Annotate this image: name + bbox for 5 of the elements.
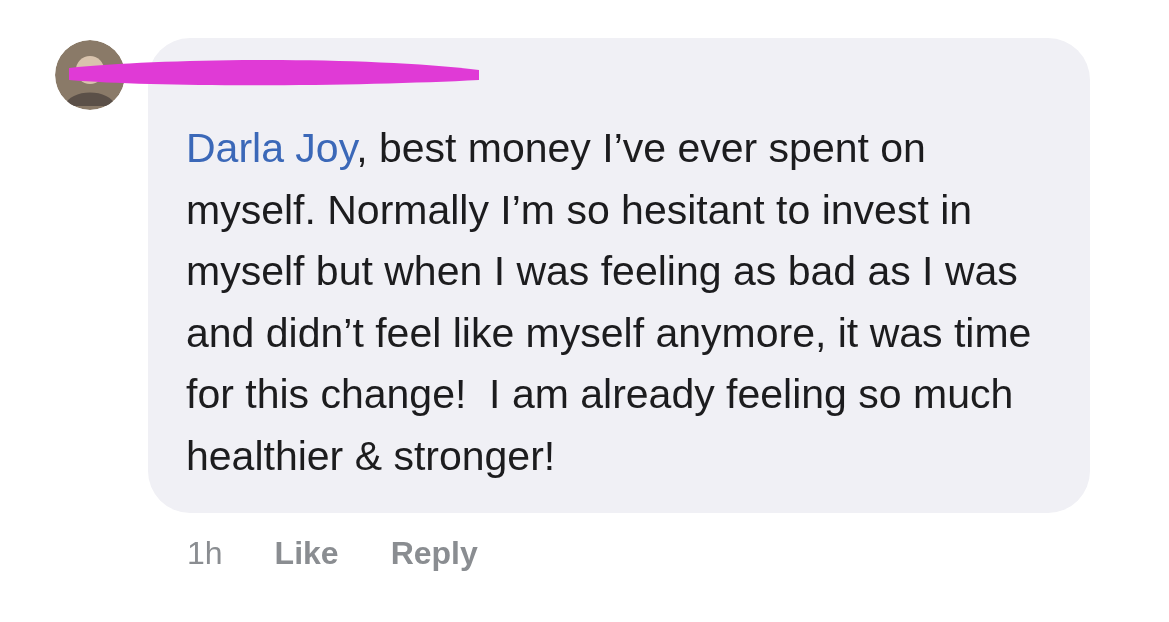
action-link[interactable]: Like xyxy=(274,535,339,572)
action-link[interactable]: Reply xyxy=(390,535,478,572)
mention-link[interactable]: Darla Joy xyxy=(186,125,357,171)
timestamp: 1h xyxy=(187,535,223,572)
comment-text: Darla Joy, best money I’ve ever spent on myself. Normally I’m so hesitant to invest in myself but when I was feeling as bad as I was and didn’t feel like myself anymore, it was time for this change! I am already feeling so much healthier & stronger! xyxy=(186,124,1033,481)
